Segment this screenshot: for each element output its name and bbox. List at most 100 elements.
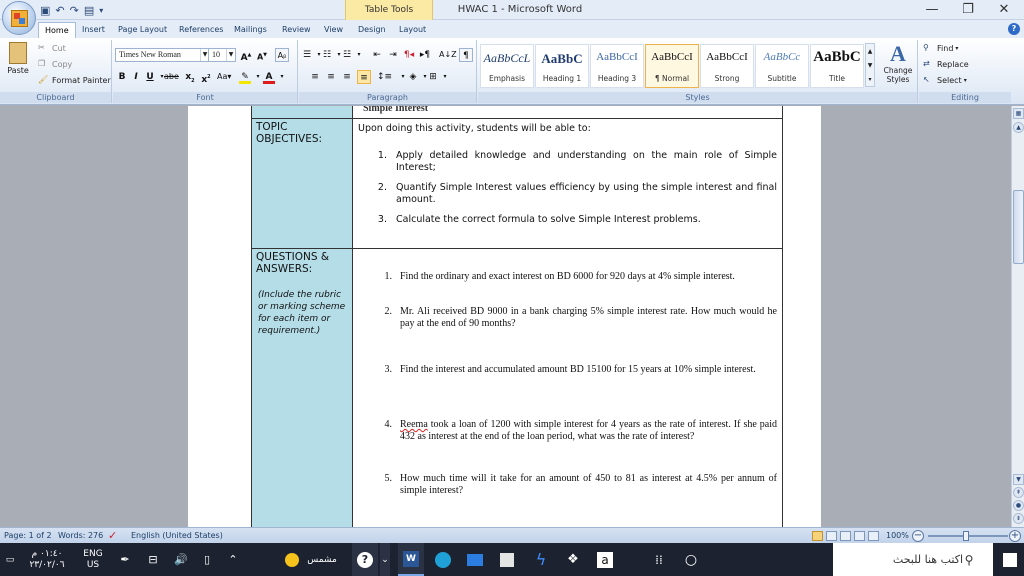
tab-references[interactable]: References <box>173 22 229 38</box>
restore-button[interactable]: ❐ <box>950 0 986 20</box>
browse-object-icon[interactable]: ● <box>1013 500 1024 511</box>
draft-view-icon[interactable] <box>868 531 879 541</box>
zoom-slider-knob[interactable] <box>963 531 969 541</box>
highlight-icon[interactable]: ✎ <box>239 70 251 84</box>
multilevel-dropdown-icon[interactable]: ▾ <box>353 48 365 62</box>
undo-icon[interactable]: ↶ <box>55 4 64 17</box>
notifications-icon[interactable]: ▭ <box>2 543 18 576</box>
styles-scroll[interactable]: ▲ ▼ ▾ <box>865 43 875 87</box>
bullets-icon[interactable]: ☰ <box>301 48 313 62</box>
word-count[interactable]: Words: 276 <box>58 528 103 544</box>
zoom-out-icon[interactable]: − <box>912 530 924 542</box>
proofing-icon[interactable]: ✓ <box>108 528 117 544</box>
task-view-icon[interactable]: ⁞⁞ <box>646 543 672 576</box>
office-button[interactable] <box>2 1 36 35</box>
volume-icon[interactable]: 🔊 <box>172 543 190 576</box>
start-button[interactable] <box>995 543 1024 576</box>
justify-icon[interactable]: ≡ <box>357 70 371 84</box>
align-center-icon[interactable]: ≡ <box>325 70 337 84</box>
font-color-dropdown-icon[interactable]: ▾ <box>276 70 288 84</box>
previous-page-icon[interactable]: ⇞ <box>1013 487 1024 498</box>
zoom-level[interactable]: 100% <box>886 528 909 544</box>
table-cell[interactable]: QUESTIONS & ANSWERS: (Include the rubric… <box>251 248 353 527</box>
tab-insert[interactable]: Insert <box>76 22 111 38</box>
qat-dropdown-icon[interactable]: ▾ <box>99 6 103 15</box>
weather-icon[interactable] <box>282 543 302 576</box>
print-layout-view-icon[interactable] <box>812 531 823 541</box>
ltr-icon[interactable]: ▸¶ <box>419 48 431 62</box>
style-heading-1[interactable]: AaBbC Heading 1 <box>535 44 589 88</box>
subscript-button[interactable]: x2 <box>184 70 196 84</box>
chevron-down-icon[interactable]: ▼ <box>1013 474 1024 485</box>
grow-font-button[interactable]: A▲ <box>240 48 252 63</box>
print-preview-icon[interactable]: ▤ <box>84 4 94 17</box>
web-layout-view-icon[interactable] <box>840 531 851 541</box>
misspelled-word[interactable]: Reema <box>400 419 428 430</box>
minimize-button[interactable]: — <box>914 0 950 20</box>
style-strong[interactable]: AaBbCcI Strong <box>700 44 754 88</box>
table-cell[interactable]: 1. Find the ordinary and exact interest … <box>352 248 783 527</box>
edge-browser-icon[interactable] <box>430 543 456 576</box>
document-page[interactable]: Simple Interest TOPIC OBJECTIVES: Upon d… <box>188 106 821 527</box>
underline-button[interactable]: U <box>144 70 156 84</box>
show-formatting-icon[interactable]: ¶ <box>459 48 473 62</box>
style-title[interactable]: AaBbC Title <box>810 44 864 88</box>
table-cell[interactable]: TOPIC OBJECTIVES: <box>251 118 353 249</box>
shading-icon[interactable]: ◈ <box>407 70 419 84</box>
battery-icon[interactable]: ▯ <box>198 543 216 576</box>
find-button[interactable]: ⚲ Find ▾ <box>923 43 958 54</box>
taskbar-chevron-icon[interactable]: ⌄ <box>380 543 390 576</box>
pen-icon[interactable]: ✒ <box>116 543 134 576</box>
more-icon[interactable]: ▾ <box>868 76 871 83</box>
rtl-icon[interactable]: ¶◂ <box>403 48 415 62</box>
font-name-combo[interactable]: Times New Roman ▼ <box>115 48 210 62</box>
superscript-button[interactable]: x2 <box>200 70 212 85</box>
redo-icon[interactable]: ↷ <box>70 4 79 17</box>
table-cell[interactable]: Upon doing this activity, students will … <box>352 118 783 249</box>
paste-button[interactable]: Paste <box>4 42 32 75</box>
scrollbar-thumb[interactable] <box>1013 190 1024 264</box>
tab-layout[interactable]: Layout <box>393 22 432 38</box>
numbering-icon[interactable]: ☷ <box>321 48 333 62</box>
strikethrough-button[interactable]: abe <box>164 70 179 84</box>
tab-home[interactable]: Home <box>38 22 76 38</box>
style-normal[interactable]: AaBbCcI ¶ Normal <box>645 44 699 88</box>
font-size-combo[interactable]: 10 ▼ <box>208 48 236 62</box>
multilevel-list-icon[interactable]: ☳ <box>341 48 353 62</box>
document-area[interactable]: Simple Interest TOPIC OBJECTIVES: Upon d… <box>0 106 1011 527</box>
ruler-toggle-icon[interactable]: ▦ <box>1013 108 1024 119</box>
language-switcher[interactable]: ENG US <box>80 543 106 576</box>
store-app-icon[interactable] <box>494 543 520 576</box>
help-icon[interactable]: ? <box>1008 23 1020 35</box>
page-indicator[interactable]: Page: 1 of 2 <box>4 528 52 544</box>
word-app-icon[interactable]: W <box>398 543 424 576</box>
tab-view[interactable]: View <box>318 22 349 38</box>
tab-mailings[interactable]: Mailings <box>228 22 273 38</box>
save-icon[interactable]: ▣ <box>40 4 50 17</box>
language-indicator[interactable]: English (United States) <box>131 528 223 544</box>
cortana-icon[interactable]: ○ <box>678 543 704 576</box>
tab-page-layout[interactable]: Page Layout <box>112 22 173 38</box>
italic-button[interactable]: I <box>130 70 142 84</box>
style-subtitle[interactable]: AaBbCc Subtitle <box>755 44 809 88</box>
tab-design[interactable]: Design <box>352 22 392 38</box>
mail-app-icon[interactable] <box>462 543 488 576</box>
align-right-icon[interactable]: ≡ <box>341 70 353 84</box>
table-cell[interactable] <box>251 106 353 119</box>
style-emphasis[interactable]: AaBbCcL Emphasis <box>480 44 534 88</box>
select-button[interactable]: ↖ Select ▾ <box>923 75 967 86</box>
style-heading-3[interactable]: AaBbCcI Heading 3 <box>590 44 644 88</box>
full-screen-view-icon[interactable] <box>826 531 837 541</box>
chevron-down-icon[interactable]: ▼ <box>868 62 873 69</box>
borders-icon[interactable]: ⊞ <box>427 70 439 84</box>
chevron-up-icon[interactable]: ⌃ <box>224 543 242 576</box>
bold-button[interactable]: B <box>116 70 128 84</box>
lightning-app-icon[interactable]: ϟ <box>528 543 554 576</box>
table-cell[interactable]: Simple Interest <box>352 106 783 119</box>
close-button[interactable]: ✕ <box>986 0 1022 20</box>
decrease-indent-icon[interactable]: ⇤ <box>371 48 383 62</box>
line-spacing-icon[interactable]: ↕≡ <box>377 70 392 84</box>
help-app-icon[interactable]: ? <box>352 543 378 576</box>
increase-indent-icon[interactable]: ⇥ <box>387 48 399 62</box>
sort-icon[interactable]: A↓Z <box>439 48 457 62</box>
